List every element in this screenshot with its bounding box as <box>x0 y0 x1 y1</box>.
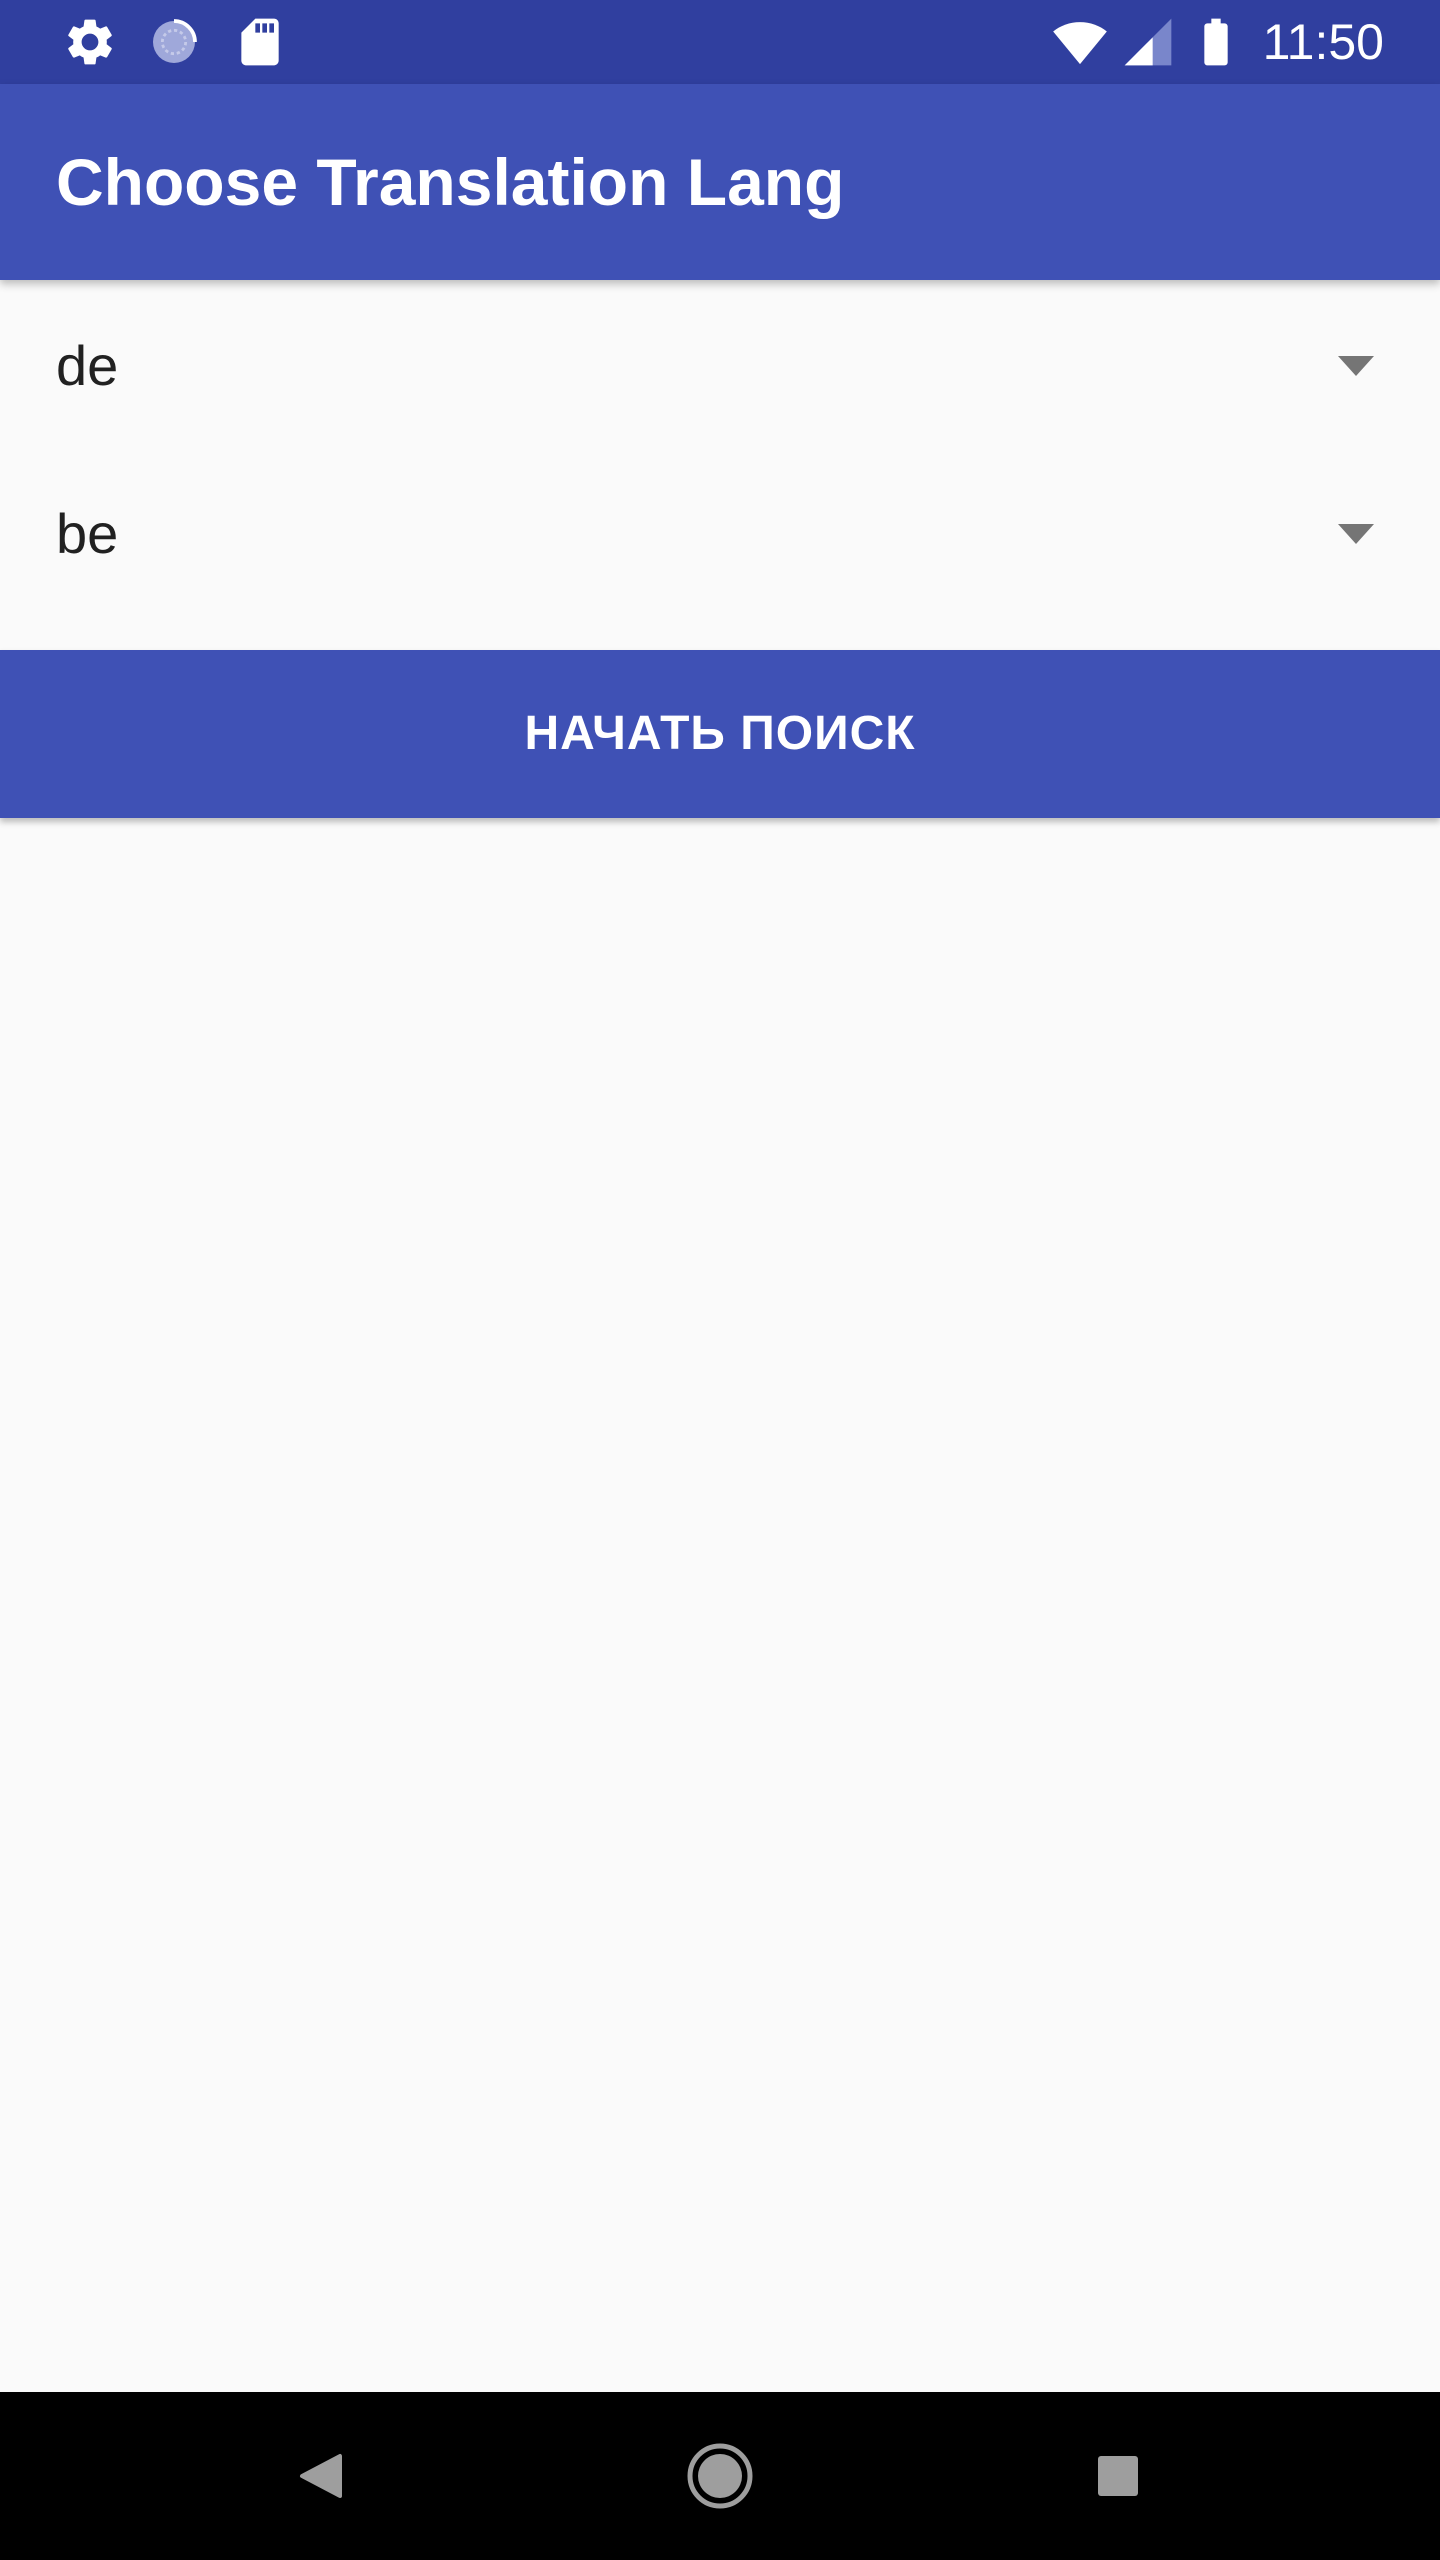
target-language-spinner[interactable]: be <box>0 450 1440 618</box>
source-language-spinner[interactable]: de <box>0 282 1440 450</box>
back-icon[interactable] <box>280 2436 360 2516</box>
status-clock: 11:50 <box>1262 14 1384 70</box>
source-language-value: de <box>56 334 119 397</box>
status-bar: 11:50 <box>0 0 1440 84</box>
dropdown-arrow-icon <box>1338 524 1374 544</box>
start-search-label: НАЧАТЬ ПОИСК <box>524 707 916 760</box>
start-search-button[interactable]: НАЧАТЬ ПОИСК <box>0 650 1440 818</box>
app-bar: Choose Translation Lang <box>0 84 1440 280</box>
dropdown-arrow-icon <box>1338 356 1374 376</box>
navigation-bar <box>0 2392 1440 2560</box>
page-title: Choose Translation Lang <box>56 145 845 219</box>
wifi-icon <box>1053 22 1107 65</box>
cell-signal-icon <box>1124 18 1172 66</box>
gear-icon <box>68 19 112 65</box>
target-language-value: be <box>56 502 119 565</box>
home-icon[interactable] <box>680 2436 760 2516</box>
sd-card-icon <box>241 18 279 66</box>
loading-icon <box>153 19 197 63</box>
recents-icon[interactable] <box>1078 2436 1158 2516</box>
battery-icon <box>1204 18 1228 66</box>
